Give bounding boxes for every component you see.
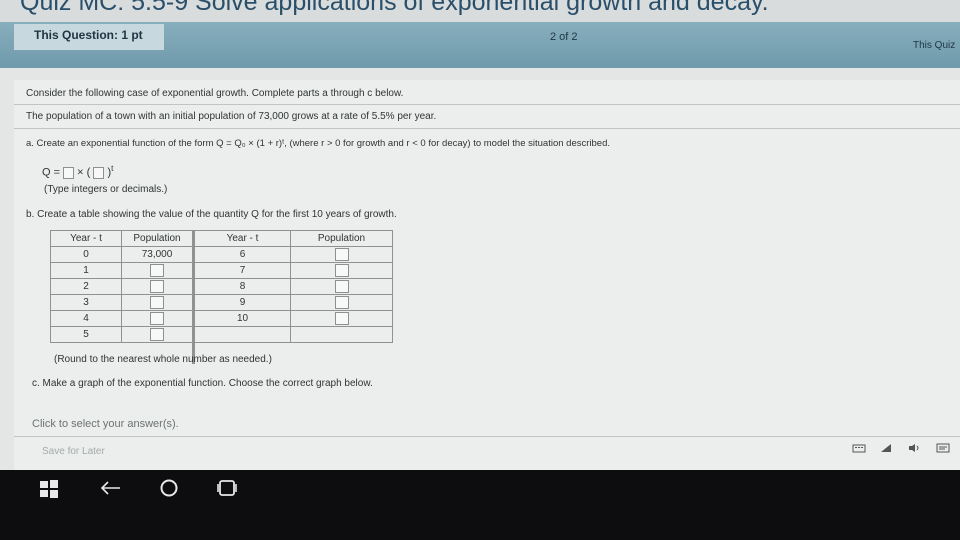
table-row: 4 xyxy=(50,310,193,327)
question-points: This Question: 1 pt xyxy=(34,28,143,42)
year-cell: 0 xyxy=(50,246,122,263)
table-row: 5 xyxy=(50,326,193,343)
population-cell xyxy=(121,278,193,295)
year-cell: 3 xyxy=(50,294,122,311)
table-row: 10 xyxy=(194,310,393,327)
year-cell: 1 xyxy=(50,262,122,279)
table-header-population: Population xyxy=(290,230,393,247)
empty-cell xyxy=(194,326,291,343)
population-cell xyxy=(290,294,393,311)
page-header: Quiz MC: 5.5-9 Solve applications of exp… xyxy=(0,0,960,22)
table-row: 6 xyxy=(194,246,393,263)
table-header-year: Year - t xyxy=(50,230,122,247)
population-input[interactable] xyxy=(334,248,349,261)
population-input[interactable] xyxy=(150,264,164,277)
table-header-population: Population xyxy=(121,230,193,247)
year-cell: 6 xyxy=(194,246,291,263)
year-cell: 5 xyxy=(50,326,122,343)
taskbar xyxy=(0,470,960,540)
part-b-hint: (Round to the nearest whole number as ne… xyxy=(54,354,272,365)
table-row: 9 xyxy=(194,294,393,311)
population-table-right: Year - t Population 6 7 8 9 10 xyxy=(194,230,393,343)
year-cell: 9 xyxy=(194,294,291,311)
population-cell xyxy=(290,262,393,279)
formula-exponent: t xyxy=(111,164,114,173)
table-header-year: Year - t xyxy=(194,230,291,247)
table-row: 2 xyxy=(50,278,193,295)
wifi-icon[interactable] xyxy=(880,443,892,457)
points-panel: This Question: 1 pt xyxy=(14,24,164,50)
divider xyxy=(14,104,960,105)
year-cell: 8 xyxy=(194,278,291,295)
back-arrow-icon[interactable] xyxy=(99,480,121,501)
this-quiz-link[interactable]: This Quiz xyxy=(913,40,955,51)
population-input[interactable] xyxy=(150,328,164,341)
question-intro: Consider the following case of exponenti… xyxy=(26,88,404,99)
divider xyxy=(14,436,960,437)
table-row xyxy=(194,326,393,343)
table-row: 0 73,000 xyxy=(50,246,193,263)
growth-factor-input[interactable] xyxy=(93,166,105,179)
question-content: Consider the following case of exponenti… xyxy=(14,80,960,470)
population-cell xyxy=(290,310,393,327)
population-table-left: Year - t Population 0 73,000 1 2 3 4 5 xyxy=(50,230,193,343)
year-cell: 4 xyxy=(50,310,122,327)
empty-cell xyxy=(290,326,393,343)
question-bar: This Question: 1 pt 2 of 2 This Quiz xyxy=(0,22,960,68)
page-counter: 2 of 2 xyxy=(550,31,578,43)
volume-icon[interactable] xyxy=(908,443,922,457)
population-input[interactable] xyxy=(150,312,164,325)
population-cell: 73,000 xyxy=(121,246,193,263)
population-input[interactable] xyxy=(334,312,349,325)
population-cell xyxy=(121,294,193,311)
population-cell xyxy=(121,310,193,327)
year-cell: 2 xyxy=(50,278,122,295)
population-input[interactable] xyxy=(334,264,349,277)
population-input[interactable] xyxy=(334,296,349,309)
formula-paren-open: ( xyxy=(86,166,91,179)
formula-row: Q = × ( )t xyxy=(42,164,113,179)
page-title: Quiz MC: 5.5-9 Solve applications of exp… xyxy=(20,0,769,16)
part-a-hint: (Type integers or decimals.) xyxy=(44,184,168,195)
formula-lhs: Q = xyxy=(42,166,61,179)
population-input[interactable] xyxy=(334,280,349,293)
population-input[interactable] xyxy=(150,296,164,309)
divider xyxy=(14,128,960,129)
keyboard-icon[interactable] xyxy=(852,443,866,457)
population-cell xyxy=(290,278,393,295)
year-cell: 10 xyxy=(194,310,291,327)
year-cell: 7 xyxy=(194,262,291,279)
question-statement: The population of a town with an initial… xyxy=(26,111,437,122)
browser-viewport: Quiz MC: 5.5-9 Solve applications of exp… xyxy=(0,0,960,470)
recent-apps-icon[interactable] xyxy=(216,478,238,503)
formula-times: × xyxy=(77,166,84,179)
windows-logo-icon[interactable] xyxy=(40,480,58,503)
home-circle-icon[interactable] xyxy=(159,478,179,503)
table-row: 1 xyxy=(50,262,193,279)
table-row: 8 xyxy=(194,278,393,295)
save-for-later-button[interactable]: Save for Later xyxy=(42,446,105,457)
initial-value-input[interactable] xyxy=(63,166,75,179)
part-c-text: c. Make a graph of the exponential funct… xyxy=(32,378,373,389)
population-cell xyxy=(121,262,193,279)
table-row: 7 xyxy=(194,262,393,279)
select-answer-prompt[interactable]: Click to select your answer(s). xyxy=(32,418,179,430)
part-a-text: a. Create an exponential function of the… xyxy=(26,138,610,149)
population-input[interactable] xyxy=(150,280,164,293)
part-b-text: b. Create a table showing the value of t… xyxy=(26,209,397,220)
message-icon[interactable] xyxy=(936,443,950,457)
table-row: 3 xyxy=(50,294,193,311)
population-cell xyxy=(121,326,193,343)
population-cell xyxy=(290,246,393,263)
